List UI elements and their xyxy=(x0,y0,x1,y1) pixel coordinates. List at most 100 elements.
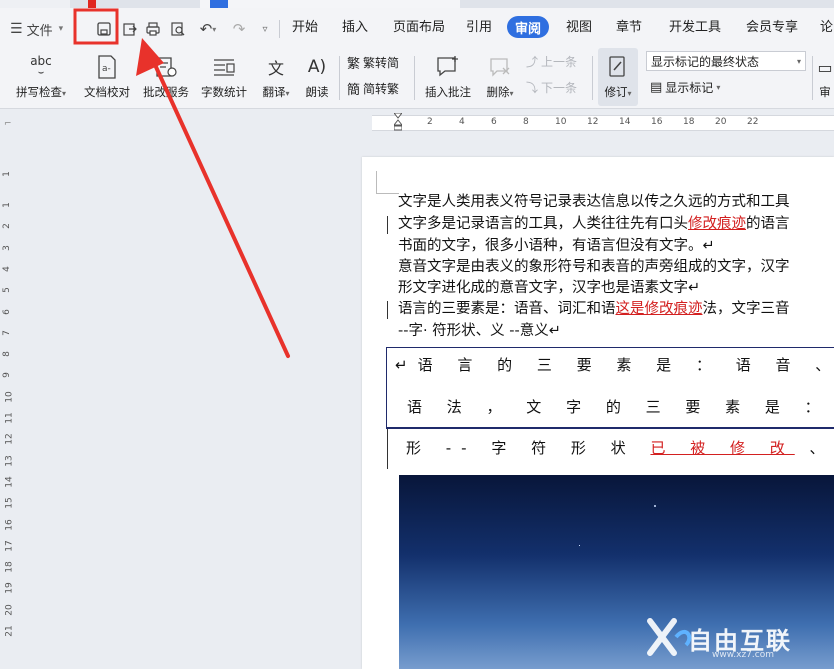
ruler-number: 8 xyxy=(1,351,12,357)
review-pane-icon: ▭ xyxy=(817,57,833,77)
text-table[interactable]: ↵语 言 的 三 要 素 是 ： 语 音 、 词 汇 和 语 法 ， 文 字 的… xyxy=(386,347,834,429)
window-tab-strip xyxy=(0,0,834,8)
table-cell-text: 形 -- 字 符 形 状 已 被 修 改 、 义 -- 意 义 xyxy=(406,437,834,458)
ruler-number: 11 xyxy=(4,412,15,424)
print-button[interactable] xyxy=(142,18,164,40)
review-ribbon: abc ⌣ 拼写检查▾ a- 文档校对 批改服务 字数统计 文 翻译▾ A) 朗读… xyxy=(0,48,834,109)
star xyxy=(579,545,580,546)
tab-start[interactable]: 开始 xyxy=(292,19,318,37)
ruler-number: 16 xyxy=(651,117,663,127)
doc-proofread-button[interactable]: a- 文档校对 xyxy=(80,48,134,106)
change-bar xyxy=(387,429,388,469)
printer-icon xyxy=(146,22,160,36)
ruler-number: 8 xyxy=(523,117,529,127)
show-markup-button[interactable]: ▤ 显示标记 ▾ xyxy=(650,79,720,96)
vertical-ruler[interactable]: 1 1 2 3 4 5 6 7 8 9 10 11 12 13 14 15 16 17 18 19 20 21 xyxy=(0,135,18,669)
trad-to-simp-button[interactable]: 繁繁转简 xyxy=(347,53,399,72)
change-bar xyxy=(387,216,388,234)
ruler-number: 17 xyxy=(4,540,15,552)
divider xyxy=(279,20,280,38)
tab-references[interactable]: 引用 xyxy=(466,19,492,37)
document-tab[interactable] xyxy=(200,0,460,8)
save-icon xyxy=(97,22,111,36)
markup-mode-value: 显示标记的最终状态 xyxy=(651,54,760,69)
hamburger-icon: ☰ xyxy=(10,21,23,37)
read-aloud-button[interactable]: A) 朗读 xyxy=(300,48,334,106)
window-tab[interactable] xyxy=(0,0,70,8)
revision-mark: 这是修改痕迹 xyxy=(615,301,703,317)
ruler-number: 6 xyxy=(491,117,497,127)
horizontal-ruler[interactable]: ⌐ 2 4 6 8 10 12 14 16 18 20 22 xyxy=(0,109,834,135)
ruler-number: 4 xyxy=(1,266,12,272)
ruler-number: 2 xyxy=(1,223,12,230)
paragraph-line: 形文字进化成的意音文字，汉字也是语素文字↵ xyxy=(398,280,701,296)
tab-member[interactable]: 会员专享 xyxy=(746,19,798,37)
word-count-icon xyxy=(211,52,237,82)
spellcheck-icon: abc ⌣ xyxy=(30,54,52,78)
ruler-number: 2 xyxy=(427,117,433,127)
tab-view[interactable]: 视图 xyxy=(566,19,592,37)
ruler-number: 9 xyxy=(1,372,12,379)
customize-toolbar-button[interactable]: ▿ xyxy=(254,18,276,40)
change-bar xyxy=(387,301,388,319)
indent-marker-icon[interactable] xyxy=(392,112,404,131)
prev-comment-button[interactable]: ⤴ 上一条 xyxy=(526,53,577,70)
export-pdf-button[interactable] xyxy=(119,18,141,40)
ruler-number: 12 xyxy=(4,433,15,446)
ruler-number: 4 xyxy=(459,117,465,127)
ruler-number: 5 xyxy=(1,287,12,294)
paragraph-line: 意音文字是由表义的象形符号和表音的声旁组成的文字，汉字 xyxy=(398,259,790,275)
text-run: 法，文字三音 xyxy=(702,301,790,317)
spell-check-button[interactable]: abc ⌣ 拼写检查▾ xyxy=(10,48,72,106)
redo-button[interactable]: ↷ xyxy=(228,18,250,40)
trad-to-simp-label: 繁转简 xyxy=(363,56,400,70)
translate-button[interactable]: 文 翻译▾ xyxy=(256,48,296,106)
ruler-number: 19 xyxy=(4,582,15,595)
next-comment-button[interactable]: ⤵ 下一条 xyxy=(526,79,577,96)
ruler-number: 14 xyxy=(619,117,631,127)
simp-trad-icon: 簡 xyxy=(347,83,361,98)
tab-chapter[interactable]: 章节 xyxy=(616,19,642,37)
prev-icon: ⤴ xyxy=(526,55,539,69)
table-border xyxy=(386,427,834,428)
tab-insert[interactable]: 插入 xyxy=(342,19,368,37)
delete-label: 删除 xyxy=(486,85,510,99)
text-run: 形 -- 字 符 形 状 xyxy=(406,439,651,457)
text-run: 文字多是记录语言的工具，人类往往先有口头 xyxy=(398,216,688,232)
document-page[interactable]: 文字是人类用表义符号记录表达信息以传之久远的方式和工具 文字多是记录语言的工具，… xyxy=(362,157,834,669)
text-run: 、 义 -- 意 义 xyxy=(809,439,834,457)
undo-button[interactable]: ↶ ▾ xyxy=(193,18,223,40)
print-preview-button[interactable] xyxy=(167,18,189,40)
simp-to-trad-button[interactable]: 簡简转繁 xyxy=(347,79,399,98)
file-menu-label: 文件 xyxy=(26,23,53,39)
chevron-down-icon: ▾ xyxy=(212,24,217,34)
save-button[interactable] xyxy=(93,18,115,40)
delete-comment-icon xyxy=(488,52,512,82)
tab-review[interactable]: 审阅 xyxy=(507,16,549,38)
read-aloud-icon: A) xyxy=(307,57,327,77)
chevron-down-icon: ▾ xyxy=(627,89,632,98)
ruler-number: 13 xyxy=(4,454,15,467)
ruler-corner: ⌐ xyxy=(4,119,12,129)
ruler-number: 16 xyxy=(4,518,15,531)
batch-service-button[interactable]: 批改服务 xyxy=(140,48,192,106)
track-changes-icon xyxy=(607,52,629,82)
insert-comment-button[interactable]: 插入批注 xyxy=(420,48,476,106)
delete-comment-button[interactable]: 删除▾ xyxy=(480,48,520,106)
track-changes-button[interactable]: 修订▾ xyxy=(598,48,638,106)
markup-mode-select[interactable]: 显示标记的最终状态 ▾ xyxy=(646,51,806,71)
divider xyxy=(812,56,813,100)
ruler-number: 1 xyxy=(1,171,12,177)
word-count-button[interactable]: 字数统计 xyxy=(198,48,250,106)
read-aloud-label: 朗读 xyxy=(305,85,329,99)
tab-more[interactable]: 论 xyxy=(820,19,833,37)
tab-page-layout[interactable]: 页面布局 xyxy=(393,19,445,37)
ruler-number: 10 xyxy=(4,390,15,403)
tab-developer[interactable]: 开发工具 xyxy=(669,19,721,37)
proofread-icon: a- xyxy=(95,52,119,82)
review-pane-button[interactable]: ▭ 审 xyxy=(816,48,834,106)
ruler-number: 14 xyxy=(4,476,15,488)
show-markup-icon: ▤ xyxy=(650,80,663,95)
chevron-down-icon: ▾ xyxy=(58,24,64,34)
file-menu[interactable]: ☰ 文件 ▾ xyxy=(10,18,70,40)
